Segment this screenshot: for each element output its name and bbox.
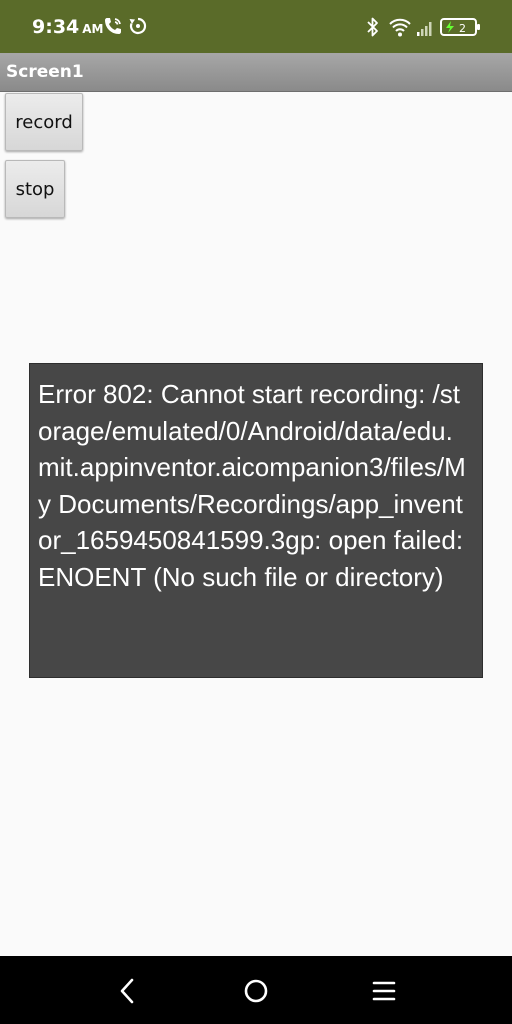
battery-charging-icon: 2 (440, 16, 482, 42)
status-bar: 9:34 AM 2 (0, 0, 512, 53)
status-time: 9:34 AM (32, 14, 104, 42)
status-time-value: 9:34 (32, 16, 80, 38)
nav-bar (0, 956, 512, 1024)
bluetooth-icon (366, 16, 380, 42)
back-icon[interactable] (112, 975, 144, 1007)
home-icon[interactable] (240, 975, 272, 1007)
wifi-calling-icon (102, 15, 124, 41)
stop-button[interactable]: stop (5, 160, 65, 218)
sync-icon (128, 15, 148, 41)
title-bar: Screen1 (0, 53, 512, 92)
wifi-icon (388, 16, 412, 42)
status-time-ampm: AM (82, 22, 104, 36)
menu-icon[interactable] (368, 975, 400, 1007)
screen-title: Screen1 (6, 62, 84, 82)
error-message: Error 802: Cannot start recording: /stor… (38, 379, 466, 592)
status-right-icons: 2 (366, 14, 496, 40)
signal-icon (416, 18, 434, 42)
battery-level: 2 (459, 22, 466, 35)
error-toast: Error 802: Cannot start recording: /stor… (29, 363, 483, 678)
record-button[interactable]: record (5, 93, 83, 151)
